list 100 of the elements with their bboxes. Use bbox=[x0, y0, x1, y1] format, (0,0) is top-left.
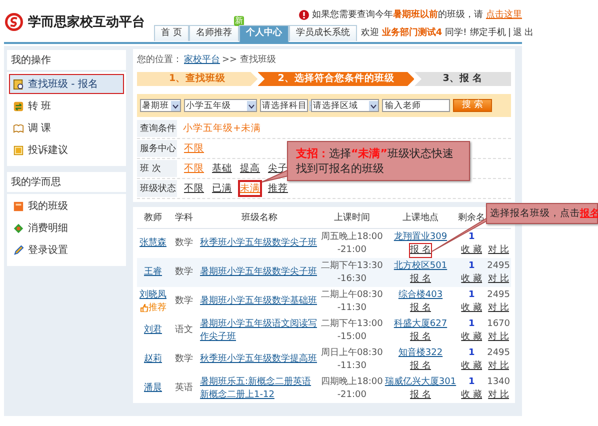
teacher-link[interactable]: 张慧森 bbox=[140, 237, 166, 250]
welcome-text: 欢迎 bbox=[360, 26, 379, 39]
enroll-link[interactable]: 报 名 bbox=[410, 388, 431, 402]
location-link[interactable]: 瑞威亿兴大厦301 bbox=[384, 376, 456, 388]
dropdown[interactable]: 请选择区域 bbox=[311, 99, 379, 112]
column-header: 班级名称 bbox=[199, 207, 320, 228]
subject-cell-text: 英语 bbox=[174, 382, 194, 395]
sidebar-item[interactable]: 调 课 bbox=[9, 118, 124, 138]
price-text: 2495 bbox=[487, 288, 510, 302]
step-item: 1、查找班级 bbox=[137, 72, 258, 86]
sidebar-item[interactable]: 查找班级 - 报名 bbox=[9, 74, 124, 94]
class-time: -21:00 bbox=[336, 388, 368, 402]
enroll-link[interactable]: 报 名 bbox=[410, 360, 431, 372]
sidebar-heading: 我的学而思 bbox=[7, 172, 126, 194]
sidebar-item[interactable]: 转 班 bbox=[9, 96, 124, 116]
thumbs-up-icon bbox=[140, 304, 148, 312]
class-time: 二期上午08:30 bbox=[320, 288, 383, 302]
class-name-link[interactable]: 秋季班小学五年级数学提高班 bbox=[200, 353, 319, 366]
compare-link[interactable]: 对 比 bbox=[488, 302, 509, 314]
filter-option[interactable]: 推荐 bbox=[267, 181, 289, 196]
teacher-link[interactable]: 刘晓凤 bbox=[140, 288, 166, 302]
filter-value: 小学五年级+未满 bbox=[183, 122, 261, 135]
document-icon bbox=[13, 78, 24, 90]
filter-label: 服务中心 bbox=[137, 140, 177, 157]
dropdown[interactable]: 请选择科目 bbox=[260, 99, 308, 112]
filter-label: 班级状态 bbox=[137, 180, 177, 197]
enroll-link[interactable]: 报 名 bbox=[410, 272, 431, 286]
new-badge: 新 bbox=[234, 16, 244, 26]
column-header: 上课时间 bbox=[320, 207, 384, 228]
enroll-link[interactable]: 报 名 bbox=[410, 302, 431, 314]
location-link[interactable]: 北方校区501 bbox=[394, 260, 448, 272]
breadcrumb-label: 您的位置： bbox=[137, 54, 182, 66]
location-link[interactable]: 知音楼322 bbox=[398, 346, 443, 360]
teacher-link[interactable]: 刘君 bbox=[144, 324, 162, 337]
price-text: 2495 bbox=[487, 260, 510, 272]
notice-link[interactable]: 点击这里 bbox=[486, 8, 522, 21]
breadcrumb-link[interactable]: 家校平台 bbox=[184, 53, 220, 66]
leaf-icon bbox=[13, 222, 24, 234]
breadcrumb-current: >> 查找班级 bbox=[222, 54, 276, 66]
filter-option[interactable]: 提高 bbox=[239, 161, 261, 176]
sidebar-item[interactable]: 我的班级 bbox=[9, 196, 124, 216]
enroll-link[interactable]: 报 名 bbox=[410, 330, 431, 344]
class-name-link[interactable]: 暑期班小学五年级数学基础班 bbox=[200, 295, 319, 308]
favorite-link[interactable]: 收 藏 bbox=[461, 330, 482, 344]
column-header: 教师 bbox=[137, 207, 169, 228]
sidebar-item[interactable]: 登录设置 bbox=[9, 240, 124, 260]
location-link[interactable]: 科盛大厦627 bbox=[394, 318, 448, 330]
favorite-link[interactable]: 收 藏 bbox=[461, 388, 482, 402]
class-time: 周日上午08:30 bbox=[320, 346, 383, 360]
remaining-count: 1 bbox=[468, 376, 475, 388]
price-text: 2495 bbox=[487, 346, 510, 360]
swap-icon bbox=[13, 100, 24, 112]
enroll-link[interactable]: 报 名 bbox=[410, 244, 431, 256]
sidebar-item[interactable]: 消费明细 bbox=[9, 218, 124, 238]
teacher-link[interactable]: 赵莉 bbox=[144, 353, 162, 366]
class-time: 周五晚上18:00 bbox=[320, 230, 383, 244]
favorite-link[interactable]: 收 藏 bbox=[461, 272, 482, 286]
nav-tab[interactable]: 学员成长系统 bbox=[288, 25, 357, 41]
class-name-link[interactable]: 暑期班乐五:新概念二册英语新概念二册上1-12 bbox=[200, 376, 319, 402]
filter-label: 查询条件 bbox=[137, 120, 177, 137]
recommend-tag: 推荐 bbox=[140, 302, 166, 314]
nav-tab[interactable]: 名师推荐 bbox=[188, 25, 239, 41]
filter-label: 班 次 bbox=[137, 160, 177, 177]
favorite-link[interactable]: 收 藏 bbox=[461, 244, 482, 256]
subject-cell-text: 数学 bbox=[174, 352, 194, 366]
step-item: 2、选择符合您条件的班级 bbox=[258, 72, 414, 86]
nav-tab[interactable]: 首 页 bbox=[154, 25, 189, 41]
sidebar-item[interactable]: 投诉建议 bbox=[9, 140, 124, 160]
dropdown[interactable]: 暑期班 bbox=[140, 99, 181, 112]
filter-option[interactable]: 不限 bbox=[183, 181, 205, 196]
class-time: 二期下午13:30 bbox=[320, 260, 383, 272]
class-time: -11:30 bbox=[336, 302, 368, 314]
logo-text: 学而思家校互动平台 bbox=[28, 14, 145, 31]
remaining-count: 1 bbox=[468, 230, 475, 244]
step-item: 3、报 名 bbox=[414, 72, 511, 86]
compare-link[interactable]: 对 比 bbox=[488, 244, 509, 256]
class-name-link[interactable]: 暑期班小学五年级语文阅读写作尖子班 bbox=[200, 318, 319, 344]
filter-option[interactable]: 已满 bbox=[211, 181, 233, 196]
header-link[interactable]: 退 出 bbox=[512, 26, 534, 39]
logo-icon bbox=[4, 12, 24, 32]
price-text: 1340 bbox=[487, 376, 510, 388]
filter-option[interactable]: 基础 bbox=[211, 161, 233, 176]
dropdown[interactable]: 小学五年级 bbox=[184, 99, 257, 112]
callout-text: 支招：选择“未满”班级状态快速找到可报名的班级 bbox=[287, 141, 470, 181]
class-name-link[interactable]: 秋季班小学五年级数学尖子班 bbox=[200, 237, 319, 250]
remaining-count: 1 bbox=[468, 318, 475, 330]
teacher-input[interactable]: 输入老师 bbox=[382, 99, 450, 112]
compare-link[interactable]: 对 比 bbox=[488, 360, 509, 372]
favorite-link[interactable]: 收 藏 bbox=[461, 302, 482, 314]
header-link[interactable]: 绑定手机 bbox=[470, 26, 506, 39]
favorite-link[interactable]: 收 藏 bbox=[461, 360, 482, 372]
location-link[interactable]: 综合楼403 bbox=[398, 288, 443, 302]
compare-link[interactable]: 对 比 bbox=[488, 388, 509, 402]
compare-link[interactable]: 对 比 bbox=[488, 272, 509, 286]
filter-option[interactable]: 尖子 bbox=[267, 161, 289, 176]
column-header: 学科 bbox=[169, 207, 199, 228]
subject-cell: 数学 bbox=[169, 287, 199, 316]
teacher-link[interactable]: 潘晨 bbox=[144, 382, 162, 395]
compare-link[interactable]: 对 比 bbox=[488, 330, 509, 344]
location-link[interactable]: 龙翔置业309 bbox=[394, 230, 448, 244]
